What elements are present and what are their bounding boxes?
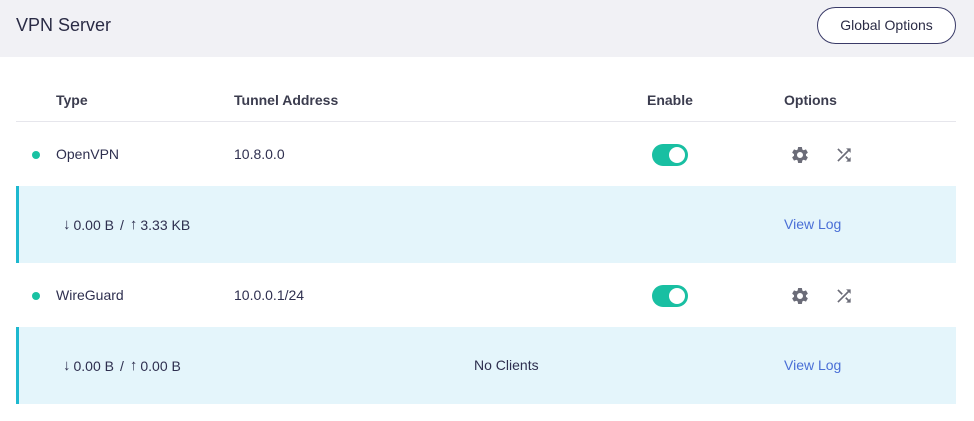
status-dot [32, 292, 40, 300]
page-header: VPN Server Global Options [0, 0, 974, 57]
table-header: Type Tunnel Address Enable Options [16, 78, 956, 122]
traffic-stats: ↓ 0.00 B / ↑ 3.33 KB [63, 216, 190, 233]
column-header-type: Type [56, 92, 88, 108]
tunnel-address: 10.8.0.0 [234, 146, 285, 162]
download-value: 0.00 B [73, 216, 114, 233]
gear-icon[interactable] [790, 286, 810, 306]
enable-toggle-openvpn[interactable] [652, 144, 688, 166]
shuffle-icon[interactable] [834, 145, 854, 165]
vpn-type: WireGuard [56, 287, 124, 303]
traffic-stats: ↓ 0.00 B / ↑ 0.00 B [63, 357, 181, 374]
table-row-openvpn: OpenVPN 10.8.0.0 [16, 122, 956, 186]
status-dot [32, 151, 40, 159]
page-title: VPN Server [16, 15, 112, 35]
gear-icon[interactable] [790, 145, 810, 165]
column-header-options: Options [784, 92, 837, 108]
upload-value: 3.33 KB [140, 216, 191, 233]
column-header-enable: Enable [647, 92, 693, 108]
table-row-wireguard: WireGuard 10.0.0.1/24 [16, 263, 956, 327]
tunnel-address: 10.0.0.1/24 [234, 287, 305, 303]
arrow-down-icon: ↓ [63, 357, 71, 374]
arrow-up-icon: ↑ [129, 357, 138, 374]
view-log-link[interactable]: View Log [784, 216, 841, 232]
clients-status: No Clients [474, 357, 539, 373]
toggle-knob [669, 147, 685, 163]
upload-value: 0.00 B [140, 357, 181, 374]
download-value: 0.00 B [73, 357, 114, 374]
arrow-up-icon: ↑ [129, 216, 138, 233]
column-header-tunnel-address: Tunnel Address [234, 92, 339, 108]
traffic-row-openvpn: ↓ 0.00 B / ↑ 3.33 KB View Log [16, 186, 956, 263]
global-options-button[interactable]: Global Options [817, 7, 956, 44]
traffic-row-wireguard: ↓ 0.00 B / ↑ 0.00 B No Clients View Log [16, 327, 956, 404]
traffic-separator: / [119, 216, 124, 233]
enable-toggle-wireguard[interactable] [652, 285, 688, 307]
view-log-link[interactable]: View Log [784, 357, 841, 373]
traffic-separator: / [119, 357, 124, 374]
toggle-knob [669, 288, 685, 304]
shuffle-icon[interactable] [834, 286, 854, 306]
arrow-down-icon: ↓ [63, 216, 71, 233]
vpn-type: OpenVPN [56, 146, 120, 162]
